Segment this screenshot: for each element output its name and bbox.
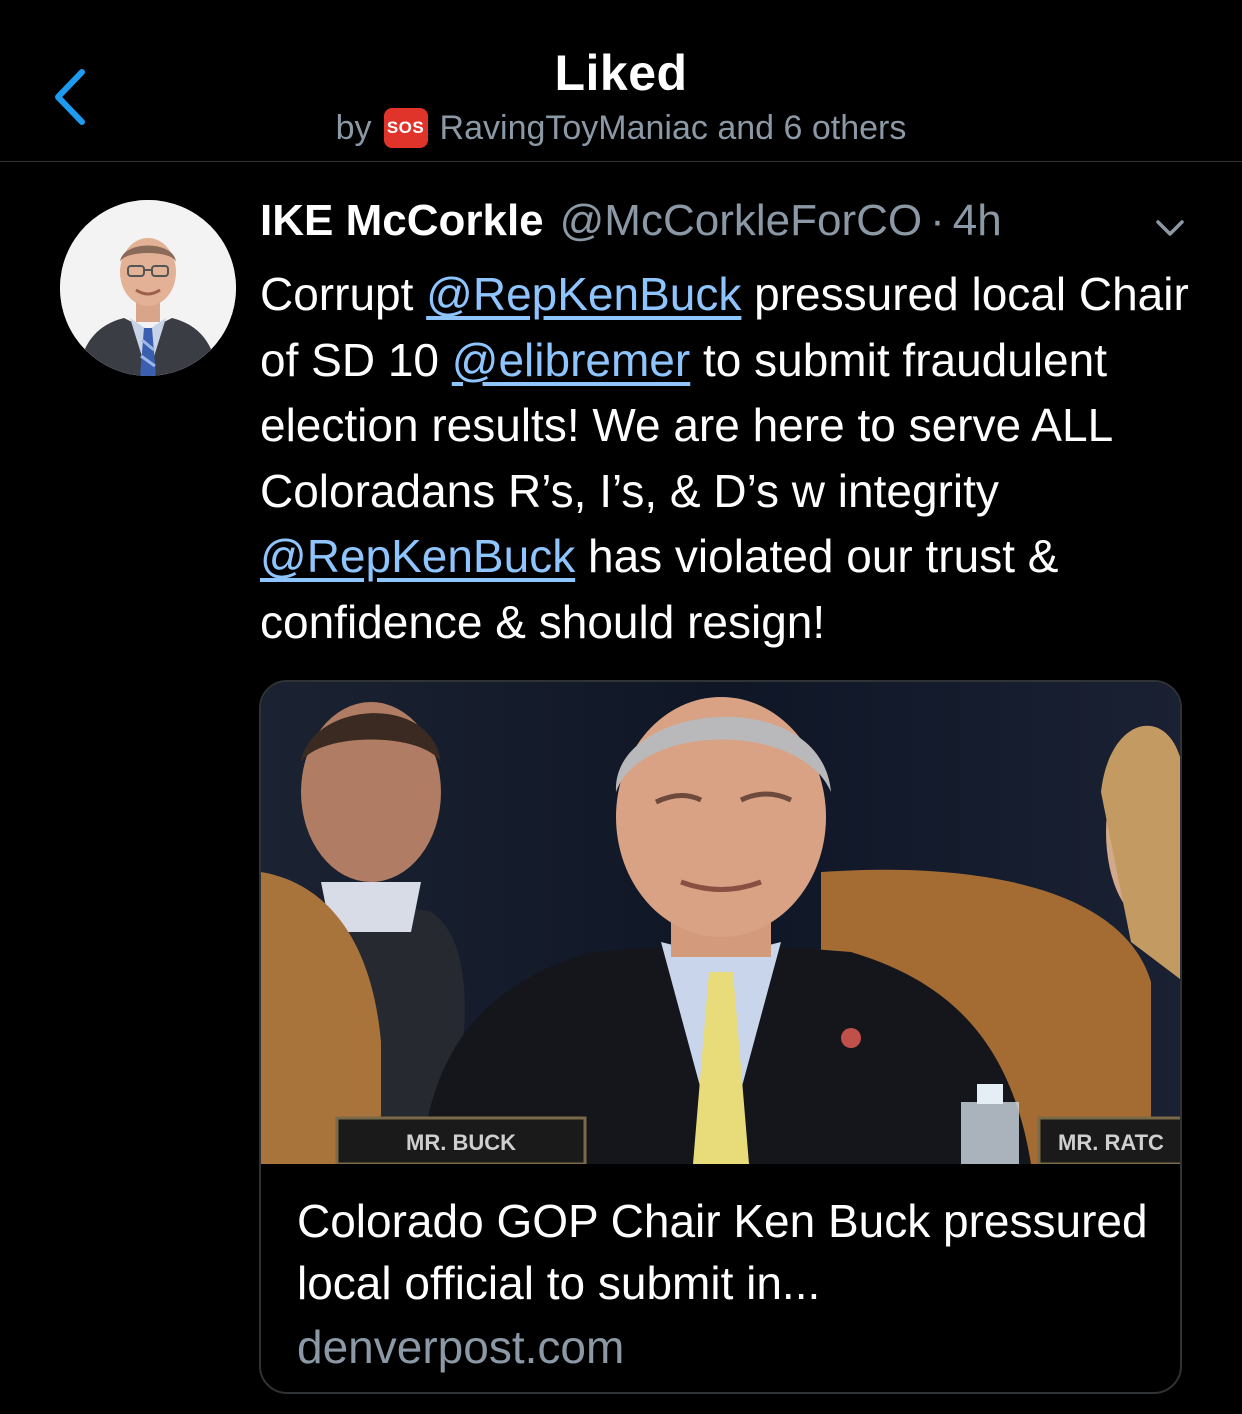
article-photo: MR. BUCK MR. RATC bbox=[261, 682, 1180, 1164]
card-title: Colorado GOP Chair Ken Buck pressured lo… bbox=[297, 1195, 1148, 1309]
mention-link[interactable]: @RepKenBuck bbox=[426, 268, 741, 320]
placard-right: MR. RATC bbox=[1058, 1130, 1164, 1155]
page-title: Liked bbox=[554, 45, 688, 101]
sos-icon: SOS bbox=[383, 108, 428, 148]
mention-link[interactable]: @elibremer bbox=[452, 334, 690, 386]
card-domain: denverpost.com bbox=[297, 1321, 625, 1373]
chevron-down-icon bbox=[1156, 220, 1184, 236]
link-preview-card[interactable]: MR. BUCK MR. RATC Colorado GOP Chair Ken… bbox=[259, 680, 1182, 1394]
tweet-text-part: Corrupt bbox=[260, 268, 427, 320]
more-options-button[interactable] bbox=[1150, 208, 1190, 248]
tweet-header: IKE McCorkle @McCorkleForCO · 4h bbox=[260, 196, 1200, 256]
by-label: by bbox=[335, 108, 372, 147]
tweet-text: Corrupt @RepKenBuck pressured local Chai… bbox=[260, 262, 1220, 655]
avatar[interactable] bbox=[60, 200, 236, 376]
mention-link[interactable]: @RepKenBuck bbox=[260, 530, 575, 582]
tweet-time: 4h bbox=[952, 196, 1002, 245]
author-name[interactable]: IKE McCorkle bbox=[260, 196, 544, 246]
liked-by-users: RavingToyManiac and 6 others bbox=[439, 108, 907, 147]
author-handle[interactable]: @McCorkleForCO bbox=[560, 196, 922, 246]
separator-dot: · bbox=[930, 196, 945, 245]
card-body: Colorado GOP Chair Ken Buck pressured lo… bbox=[297, 1190, 1150, 1378]
liked-by-line[interactable]: by SOS RavingToyManiac and 6 others bbox=[0, 108, 1242, 148]
top-bar: Liked by SOS RavingToyManiac and 6 other… bbox=[0, 0, 1242, 162]
placard-left: MR. BUCK bbox=[406, 1130, 516, 1155]
